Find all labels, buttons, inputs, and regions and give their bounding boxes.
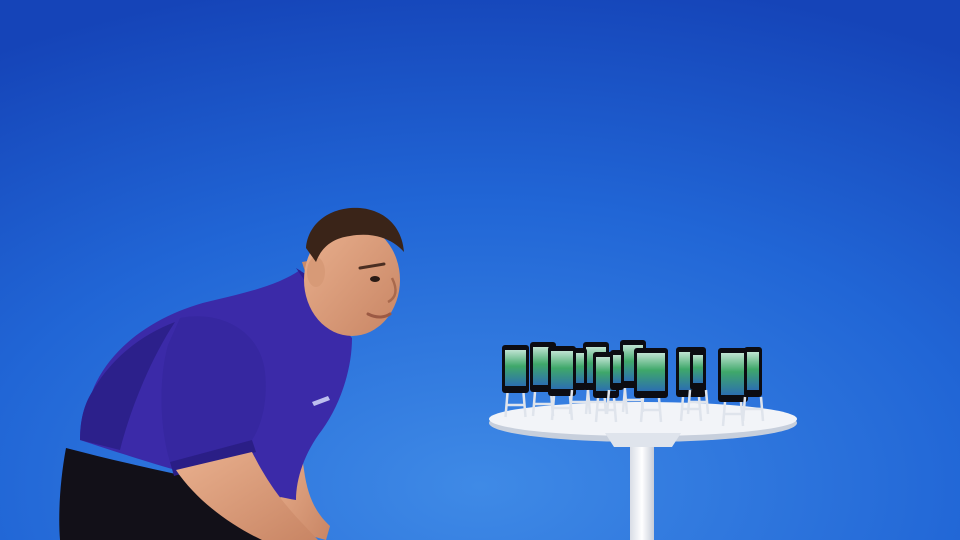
smartphone-3 [548, 346, 576, 421]
scene-illustration [0, 0, 960, 540]
smartphone-1 [502, 345, 529, 418]
photo-scene [0, 0, 960, 540]
smartphone-11 [741, 347, 765, 422]
